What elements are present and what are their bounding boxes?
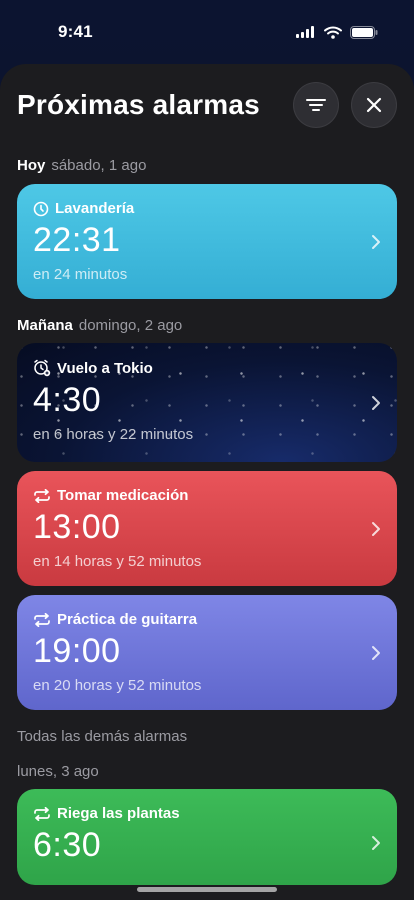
filter-button[interactable] — [293, 82, 339, 128]
alarm-name: Riega las plantas — [57, 805, 180, 822]
alarm-name-row: Lavandería — [33, 200, 381, 217]
section-tomorrow-date: domingo, 2 ago — [78, 317, 183, 334]
section-today-date: sábado, 1 ago — [51, 157, 147, 174]
alarm-name: Lavandería — [55, 200, 135, 217]
repeat-icon — [34, 488, 50, 503]
section-today: Hoy sábado, 1 ago — [17, 157, 146, 174]
alarm-time: 4:30 — [33, 381, 102, 419]
close-button[interactable] — [351, 82, 397, 128]
upcoming-alarms-sheet: Próximas alarmas Hoy sábado, 1 ago Lavan… — [0, 64, 414, 900]
cellular-signal-icon — [296, 26, 314, 38]
section-tomorrow-label: Mañana — [17, 317, 73, 334]
alarm-name: Tomar medicación — [57, 487, 189, 504]
alarm-name-row: Vuelo a Tokio — [33, 359, 381, 377]
alarm-time: 19:00 — [33, 632, 121, 670]
alarm-relative-time: en 20 horas y 52 minutos — [33, 677, 202, 694]
sheet-header: Próximas alarmas — [17, 82, 397, 128]
alarm-card-lavanderia[interactable]: Lavandería 22:31 en 24 minutos — [17, 184, 397, 299]
alarm-card-vuelo-a-tokio[interactable]: Vuelo a Tokio 4:30 en 6 horas y 22 minut… — [17, 343, 397, 462]
alarm-relative-time: en 24 minutos — [33, 266, 128, 283]
alarm-name-row: Práctica de guitarra — [33, 611, 381, 628]
close-icon — [366, 97, 382, 113]
alarm-relative-time: en 14 horas y 52 minutos — [33, 553, 202, 570]
section-today-label: Hoy — [17, 157, 46, 174]
status-bar: 9:41 — [0, 0, 414, 64]
alarm-name-row: Riega las plantas — [33, 805, 381, 822]
home-indicator[interactable] — [137, 887, 277, 892]
alarm-relative-time: en 6 horas y 22 minutos — [33, 426, 194, 443]
section-others-label: Todas las demás alarmas — [17, 728, 188, 745]
status-icons — [296, 25, 378, 39]
repeat-icon — [34, 612, 50, 627]
filter-icon — [306, 99, 326, 111]
clock-icon — [33, 201, 49, 216]
battery-icon — [350, 25, 378, 39]
page-title: Próximas alarmas — [17, 89, 260, 120]
alarm-time: 6:30 — [33, 826, 102, 864]
header-buttons — [293, 82, 397, 128]
alarm-name: Vuelo a Tokio — [57, 359, 153, 377]
alarm-time: 22:31 — [33, 221, 121, 259]
alarm-clock-icon — [34, 359, 51, 377]
alarm-card-riega-las-plantas[interactable]: Riega las plantas 6:30 — [17, 789, 397, 885]
alarm-card-tomar-medicacion[interactable]: Tomar medicación 13:00 en 14 horas y 52 … — [17, 471, 397, 586]
wifi-icon — [324, 26, 342, 39]
alarm-name-row: Tomar medicación — [33, 487, 381, 504]
alarm-name: Práctica de guitarra — [57, 611, 198, 628]
repeat-icon — [34, 806, 50, 821]
status-time: 9:41 — [58, 22, 93, 41]
alarm-card-practica-de-guitarra[interactable]: Práctica de guitarra 19:00 en 20 horas y… — [17, 595, 397, 710]
section-monday-label: lunes, 3 ago — [17, 763, 99, 780]
alarm-time: 13:00 — [33, 508, 121, 546]
section-tomorrow: Mañana domingo, 2 ago — [17, 317, 182, 334]
